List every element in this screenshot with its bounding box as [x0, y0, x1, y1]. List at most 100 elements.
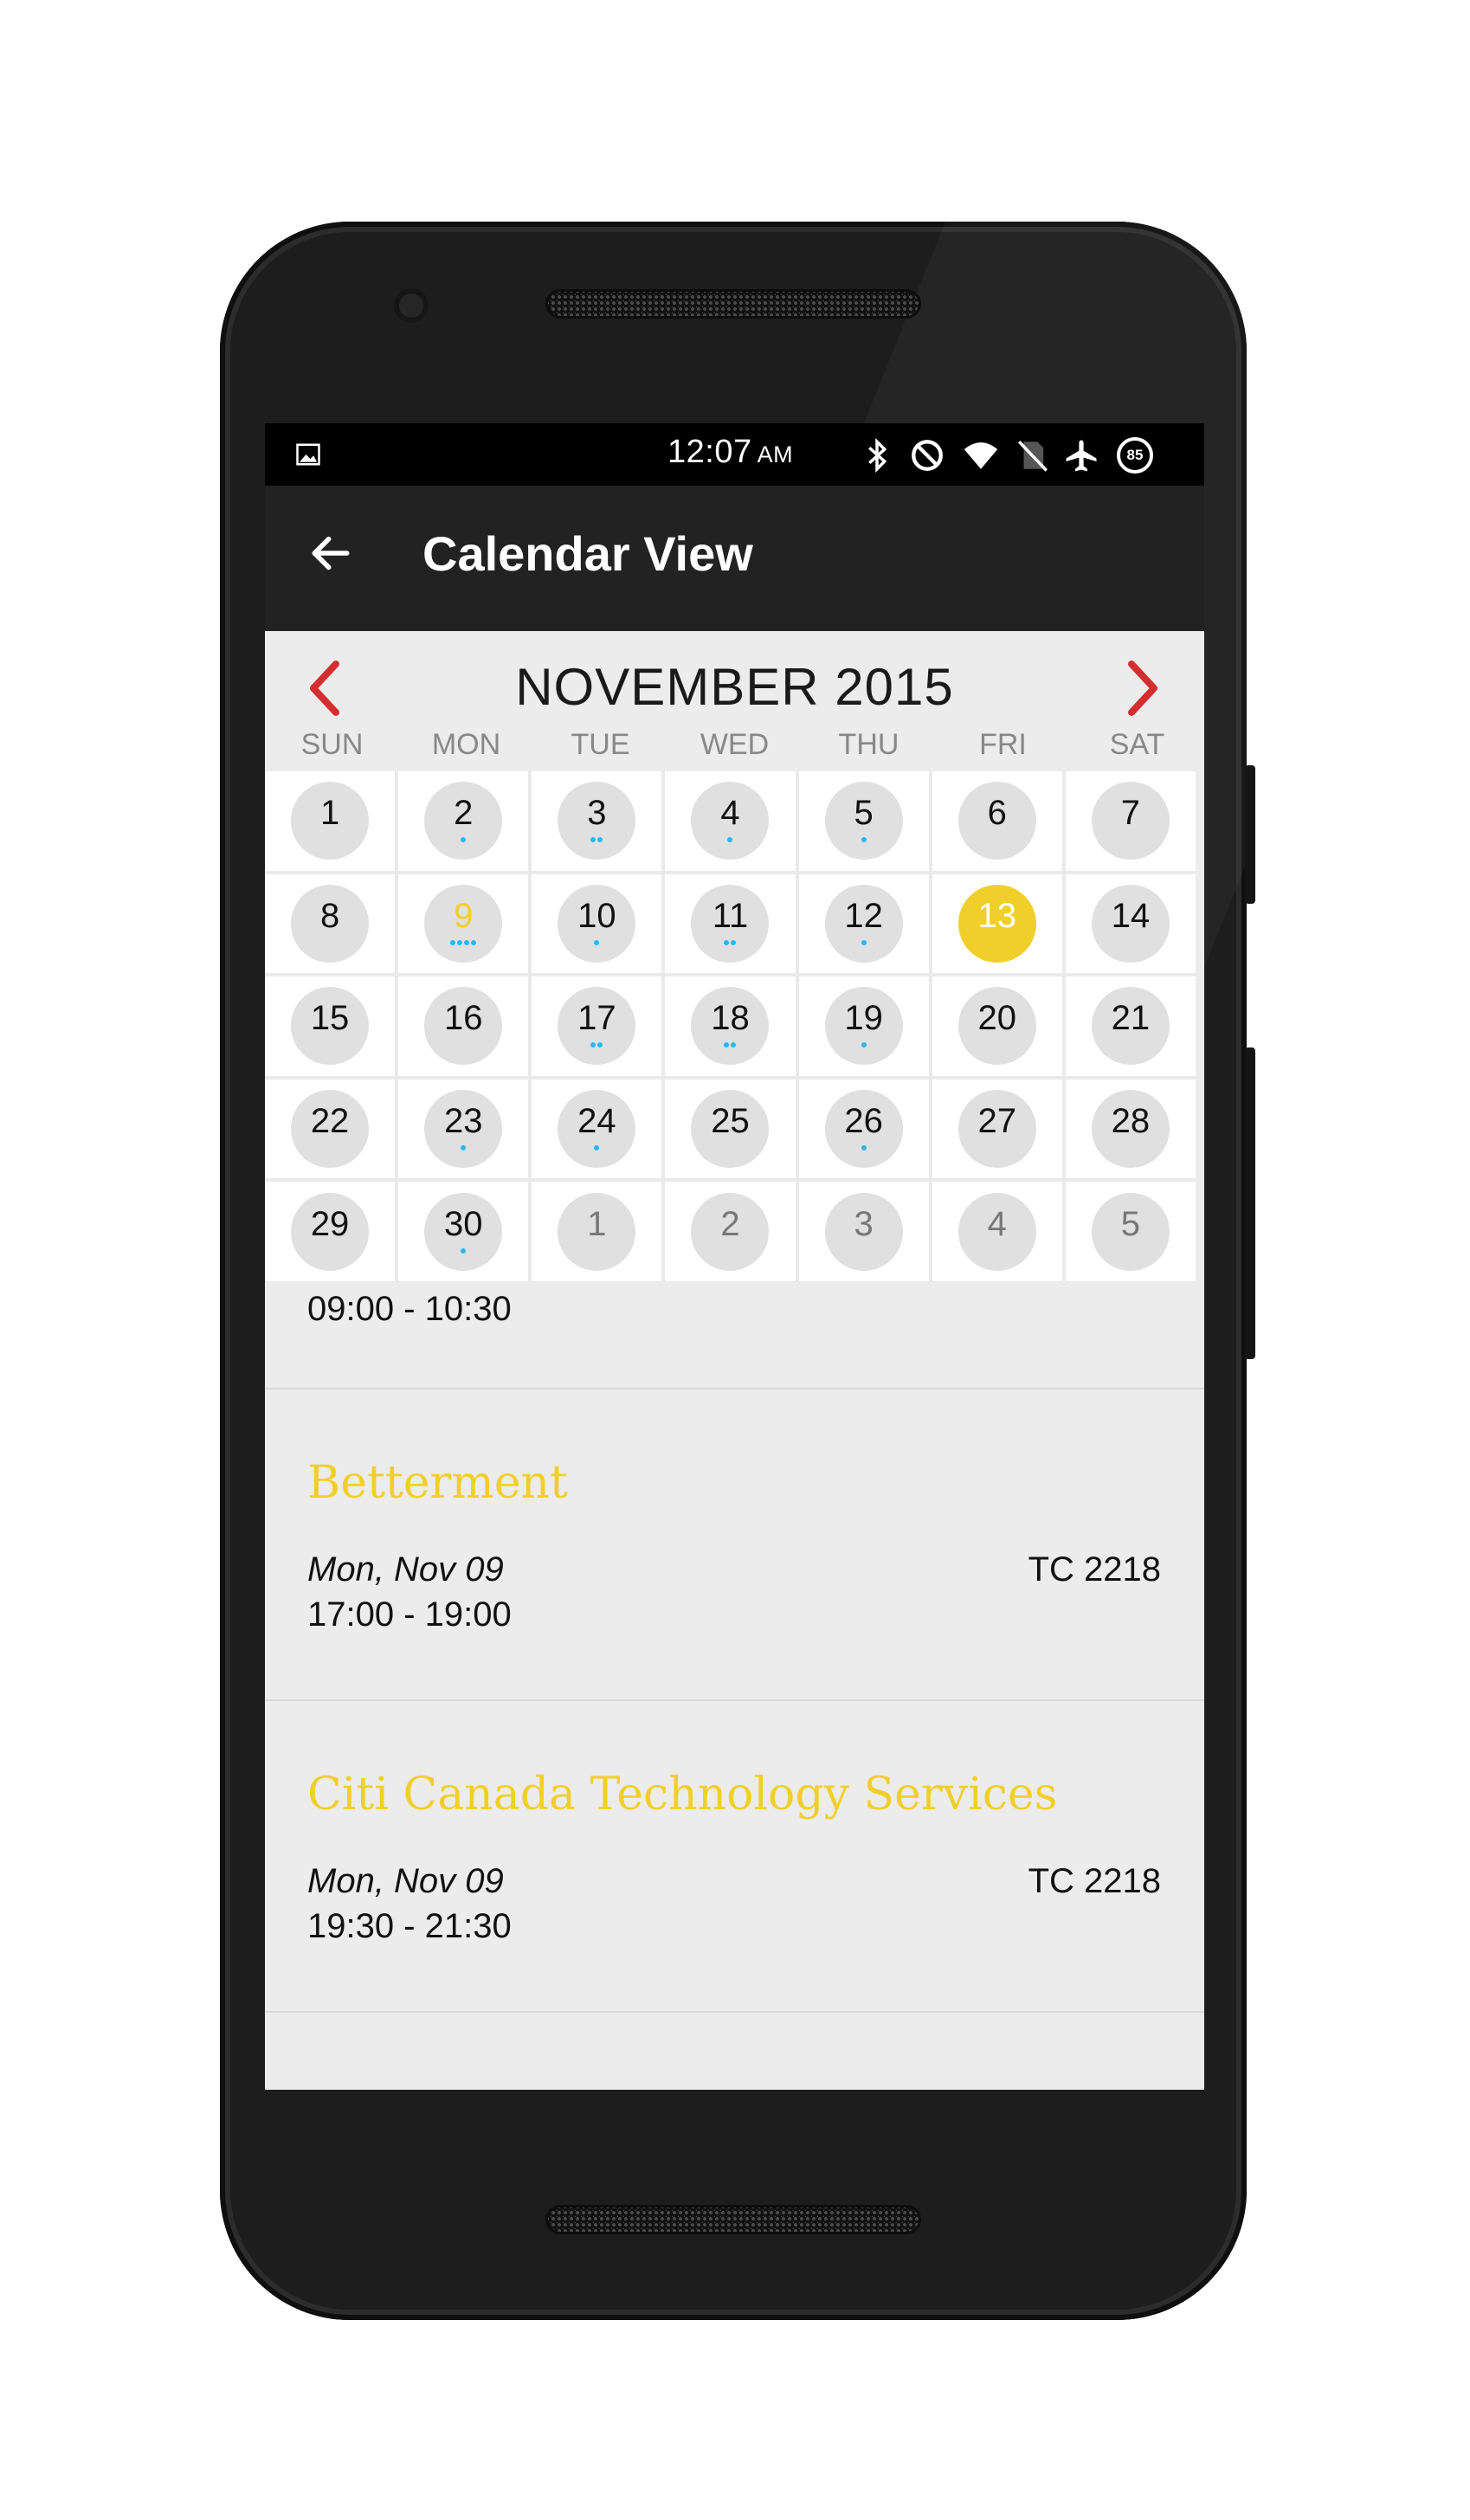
event-dot — [861, 1042, 867, 1048]
event-dot — [731, 939, 737, 945]
calendar-cell: 3 — [532, 771, 662, 871]
calendar-day[interactable]: 23 — [424, 1090, 503, 1169]
calendar-day[interactable]: 5 — [824, 782, 903, 860]
day-number: 1 — [319, 794, 340, 833]
calendar-header: NOVEMBER 2015 SUN MON TUE WED THU FRI SA… — [265, 631, 1204, 771]
day-number: 27 — [977, 1102, 1017, 1141]
calendar-cell: 11 — [665, 873, 796, 974]
calendar-day[interactable]: 4 — [957, 1192, 1036, 1271]
day-number: 1 — [587, 1204, 607, 1243]
calendar-day[interactable]: 29 — [291, 1192, 370, 1271]
event-divider — [265, 2011, 1204, 2013]
event-dot — [461, 1247, 467, 1254]
calendar-day[interactable]: 27 — [957, 1090, 1036, 1169]
day-number: 20 — [977, 999, 1017, 1038]
calendar-day[interactable]: 9 — [424, 884, 503, 963]
event-dot — [597, 837, 603, 843]
calendar-day[interactable]: 13 — [957, 884, 1036, 963]
event-title: Betterment — [307, 1457, 568, 1509]
event-indicator — [691, 939, 769, 946]
chevron-right-icon[interactable] — [1126, 659, 1161, 718]
day-number: 17 — [577, 999, 616, 1038]
day-number: 8 — [319, 896, 340, 935]
calendar-day[interactable]: 21 — [1091, 987, 1170, 1066]
calendar-cell: 5 — [1065, 1182, 1196, 1281]
event-indicator — [424, 939, 502, 946]
calendar-day[interactable]: 16 — [424, 987, 503, 1066]
calendar-day[interactable]: 20 — [957, 987, 1036, 1066]
event-item[interactable]: Betterment Mon, Nov 09 17:00 - 19:00 TC … — [265, 1389, 1204, 1699]
calendar-day[interactable]: 15 — [291, 987, 370, 1066]
calendar-day[interactable]: 6 — [957, 782, 1036, 860]
event-indicator — [825, 939, 903, 946]
event-dot — [590, 837, 596, 843]
page-title: Calendar View — [422, 526, 753, 581]
calendar-day[interactable]: 17 — [558, 987, 636, 1066]
event-item[interactable]: Citi Canada Technology Services Mon, Nov… — [265, 1701, 1204, 2011]
calendar-day[interactable]: 2 — [424, 782, 503, 860]
calendar-cell: 24 — [532, 1079, 662, 1179]
calendar-cell: 15 — [265, 976, 396, 1076]
calendar-cell: 21 — [1065, 976, 1196, 1076]
calendar-day[interactable]: 28 — [1091, 1090, 1170, 1169]
calendar-day[interactable]: 25 — [691, 1090, 770, 1169]
calendar-day[interactable]: 11 — [691, 884, 770, 963]
calendar-day[interactable]: 1 — [291, 782, 370, 860]
month-label: NOVEMBER 2015 — [515, 658, 954, 716]
volume-button — [1245, 1047, 1255, 1359]
weekday-label: FRI — [979, 728, 1027, 761]
calendar-day[interactable]: 19 — [824, 987, 903, 1066]
day-number: 14 — [1111, 896, 1151, 935]
event-indicator — [424, 836, 502, 843]
calendar-day[interactable]: 18 — [691, 987, 770, 1066]
day-number: 24 — [577, 1102, 616, 1141]
event-date: Mon, Nov 09 — [307, 1862, 504, 1900]
calendar-day[interactable]: 3 — [558, 782, 636, 860]
calendar-day[interactable]: 24 — [558, 1090, 636, 1169]
event-indicator — [558, 836, 635, 843]
front-camera — [394, 288, 429, 323]
calendar-day[interactable]: 4 — [691, 782, 770, 860]
bluetooth-icon — [868, 438, 887, 473]
day-number: 6 — [987, 794, 1007, 833]
calendar-day[interactable]: 2 — [691, 1192, 770, 1271]
calendar-day[interactable]: 3 — [824, 1192, 903, 1271]
event-date: Mon, Nov 09 — [307, 1550, 504, 1589]
day-number: 30 — [443, 1204, 483, 1243]
event-room: TC 2218 — [1028, 1862, 1161, 1900]
day-number: 3 — [587, 794, 607, 833]
calendar-cell: 2 — [398, 771, 529, 871]
calendar-cell: 30 — [398, 1182, 529, 1281]
event-indicator — [825, 1144, 903, 1151]
calendar-day[interactable]: 12 — [824, 884, 903, 963]
calendar-day[interactable]: 8 — [291, 884, 370, 963]
calendar-day[interactable]: 22 — [291, 1090, 370, 1169]
calendar-day[interactable]: 30 — [424, 1192, 503, 1271]
day-number: 13 — [977, 896, 1017, 935]
calendar-cell: 18 — [665, 976, 796, 1076]
day-number: 4 — [720, 794, 740, 833]
calendar-cell: 16 — [398, 976, 529, 1076]
event-dot — [461, 1145, 467, 1151]
calendar-day[interactable]: 1 — [558, 1192, 636, 1271]
calendar-cell: 1 — [265, 771, 396, 871]
event-dot — [724, 1042, 730, 1048]
event-time: 17:00 - 19:00 — [307, 1595, 512, 1634]
calendar-day[interactable]: 10 — [558, 884, 636, 963]
weekday-label: SAT — [1109, 728, 1165, 761]
calendar-day[interactable]: 5 — [1091, 1192, 1170, 1271]
calendar-day[interactable]: 7 — [1091, 782, 1170, 860]
calendar-day[interactable]: 26 — [824, 1090, 903, 1169]
arrow-back-icon[interactable] — [306, 529, 355, 577]
calendar-cell: 22 — [265, 1079, 396, 1179]
day-number: 25 — [711, 1102, 750, 1141]
event-dot — [861, 837, 867, 843]
calendar-grid: 1 2 3 4 5 6 7 8 9 10 11 12 13 14 15 16 17 18 19 20 21 22 23 24 2… — [265, 771, 1196, 1281]
calendar-day[interactable]: 14 — [1091, 884, 1170, 963]
event-time-partial: 09:00 - 10:30 — [307, 1290, 512, 1328]
day-number: 21 — [1111, 999, 1151, 1038]
calendar-cell: 4 — [932, 1182, 1062, 1281]
calendar-cell: 13 — [932, 873, 1062, 974]
calendar-cell: 2 — [665, 1182, 796, 1281]
event-indicator — [691, 836, 769, 843]
